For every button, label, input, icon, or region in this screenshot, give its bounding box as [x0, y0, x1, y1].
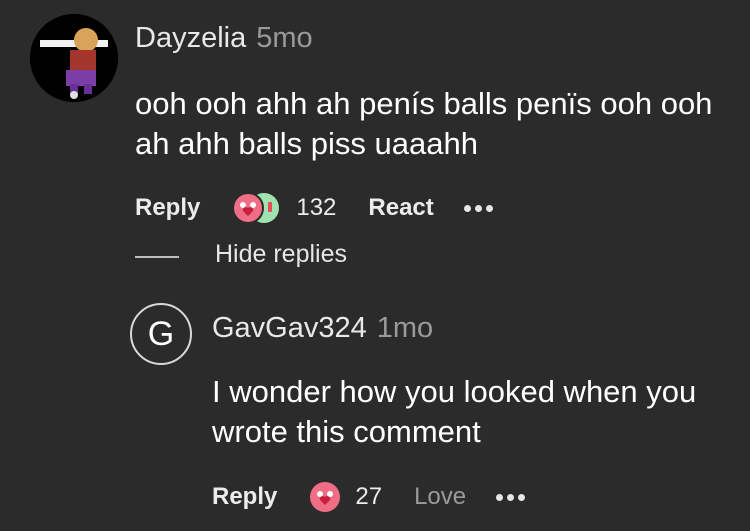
comment-text: ooh ooh ahh ah penís balls penïs ooh ooh… [135, 86, 713, 161]
reaction-summary[interactable]: 132 [230, 190, 336, 226]
reply-timestamp: 1mo [376, 312, 434, 344]
comment-header: Dayzelia 5mo [135, 22, 313, 55]
reply-actions: Reply 27 Love [212, 477, 526, 517]
comment-actions: Reply 132 React [135, 188, 493, 228]
thread-divider [135, 256, 179, 258]
reply-header: GavGav324 1mo [212, 312, 433, 345]
username[interactable]: Dayzelia [135, 22, 246, 54]
love-button[interactable]: Love [414, 483, 466, 511]
reply-more-options-icon[interactable] [496, 493, 526, 501]
reply-reaction-count: 27 [355, 483, 383, 510]
reaction-icons [232, 192, 280, 224]
hide-replies-button[interactable]: Hide replies [215, 240, 347, 269]
reply-username[interactable]: GavGav324 [212, 312, 367, 344]
love-reaction-icon [310, 482, 341, 512]
avatar-image [30, 14, 118, 102]
timestamp: 5mo [256, 22, 313, 54]
reply-avatar[interactable]: G [130, 303, 192, 365]
reply-text: I wonder how you looked when you wrote t… [212, 374, 697, 449]
reply-reply-button[interactable]: Reply [212, 483, 277, 511]
reaction-count: 132 [296, 194, 337, 221]
reply-button[interactable]: Reply [135, 194, 200, 222]
react-button[interactable]: React [368, 194, 433, 222]
avatar[interactable] [30, 14, 118, 102]
more-options-icon[interactable] [463, 204, 493, 212]
reply-reaction-summary[interactable]: 27 [307, 479, 382, 515]
